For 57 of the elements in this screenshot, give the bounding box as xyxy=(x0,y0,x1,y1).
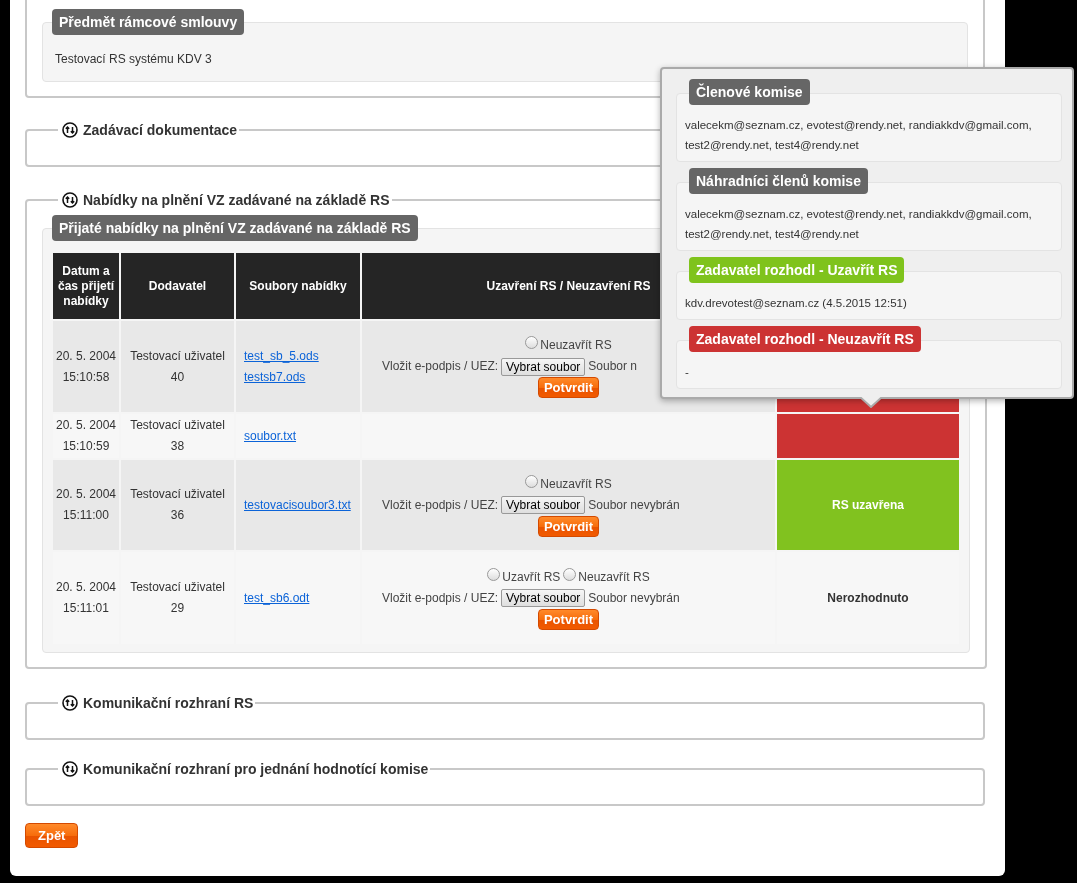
expand-toggle-icon[interactable] xyxy=(62,192,78,208)
popover-badge: Členové komise xyxy=(689,79,810,105)
expand-toggle-icon[interactable] xyxy=(62,695,78,711)
radio-button[interactable] xyxy=(487,567,501,581)
popover-text: valecekm@seznam.cz, evotest@rendy.net, randiakkdv@gmail.com, test2@rendy.net, test4@rendy.net xyxy=(685,118,1033,153)
file-status: Soubor n xyxy=(588,358,637,375)
radio-option[interactable]: Neuzavřít RS xyxy=(525,473,612,495)
popover-badge: Zadavatel rozhodl - Uzavřít RS xyxy=(689,257,905,283)
date-text: 20. 5. 2004 xyxy=(54,579,118,596)
time-text: 15:11:00 xyxy=(62,507,110,524)
popover-text: - xyxy=(685,365,690,380)
supplier-text: Testovací uživatel 40 xyxy=(129,347,226,386)
column-header: Datum a čas přijetí nabídky xyxy=(53,253,119,319)
popover-text: valecekm@seznam.cz, evotest@rendy.net, randiakkdv@gmail.com, test2@rendy.net, test4@rendy.net xyxy=(685,207,1033,242)
status-text: RS uzavřena xyxy=(832,498,904,512)
status-text: Nerozhodnuto xyxy=(827,591,909,605)
section-title[interactable]: Komunikační rozhraní RS xyxy=(83,695,254,711)
file-link[interactable]: test_sb6.odt xyxy=(240,587,356,609)
time-text: 15:10:59 xyxy=(61,438,111,455)
section-title[interactable]: Nabídky na plnění VZ zadávané na základě RS xyxy=(83,192,390,208)
subject-text: Testovací RS systému KDV 3 xyxy=(55,51,213,68)
panel-badge: Přijaté nabídky na plnění VZ zadávané na základě RS xyxy=(52,215,418,241)
time-text: 15:11:01 xyxy=(62,600,110,617)
radio-option[interactable]: Neuzavřít RS xyxy=(525,335,612,356)
popover-badge: Náhradníci členů komise xyxy=(689,168,868,194)
file-link[interactable]: testsb7.ods xyxy=(240,366,356,388)
radio-option[interactable]: Neuzavřít RS xyxy=(563,566,650,588)
date-text: 20. 5. 2004 xyxy=(54,417,118,434)
choose-file-button[interactable]: Vybrat soubor xyxy=(501,589,586,607)
radio-option[interactable]: Uzavřít RS xyxy=(487,566,561,588)
expand-toggle-icon[interactable] xyxy=(62,122,78,138)
supplier-text: Testovací uživatel 36 xyxy=(129,486,226,524)
section-title[interactable]: Komunikační rozhraní pro jednání hodnotící komise xyxy=(83,761,429,777)
column-header: Dodavatel xyxy=(121,253,234,319)
supplier-text: Testovací uživatel 29 xyxy=(129,579,226,617)
time-text: 15:10:58 xyxy=(61,368,111,386)
file-label: Vložit e-podpis / UEZ: xyxy=(382,358,499,375)
date-text: 20. 5. 2004 xyxy=(54,486,118,503)
popover-badge: Zadavatel rozhodl - Neuzavřít RS xyxy=(689,326,921,352)
file-label: Vložit e-podpis / UEZ: xyxy=(382,496,499,514)
supplier-text: Testovací uživatel 38 xyxy=(129,417,226,455)
expand-toggle-icon[interactable] xyxy=(62,761,78,777)
file-link[interactable]: soubor.txt xyxy=(240,425,356,447)
radio-button[interactable] xyxy=(563,567,577,581)
file-status: Soubor nevybrán xyxy=(588,496,680,514)
choose-file-button[interactable]: Vybrat soubor xyxy=(501,357,586,376)
file-link[interactable]: test_sb_5.ods xyxy=(240,345,356,367)
section-badge: Předmět rámcové smlouvy xyxy=(52,9,245,35)
radio-button[interactable] xyxy=(525,336,539,349)
back-button[interactable]: Zpět xyxy=(25,823,79,848)
file-label: Vložit e-podpis / UEZ: xyxy=(382,589,499,607)
date-text: 20. 5. 2004 xyxy=(54,347,118,365)
section-title[interactable]: Zadávací dokumentace xyxy=(83,122,238,138)
radio-button[interactable] xyxy=(525,474,539,488)
column-header: Soubory nabídky xyxy=(236,253,360,319)
file-status: Soubor nevybrán xyxy=(588,589,680,607)
choose-file-button[interactable]: Vybrat soubor xyxy=(501,496,586,514)
